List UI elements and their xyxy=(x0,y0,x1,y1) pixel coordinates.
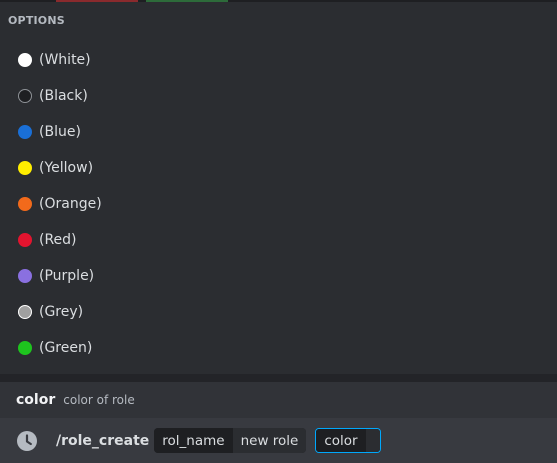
param-chip-color[interactable]: color xyxy=(315,428,381,453)
param-chip-key: rol_name xyxy=(154,428,233,453)
color-swatch-icon xyxy=(18,89,32,103)
param-chip-key: color xyxy=(316,429,366,452)
option-label: (Red) xyxy=(39,232,77,248)
option-label: (White) xyxy=(39,52,91,68)
option-item[interactable]: (Grey) xyxy=(0,294,557,330)
color-swatch-icon xyxy=(18,269,32,283)
param-chip-input[interactable] xyxy=(365,429,380,452)
option-label: (Yellow) xyxy=(39,160,94,176)
option-label: (Black) xyxy=(39,88,88,104)
color-swatch-icon xyxy=(18,161,32,175)
clock-icon xyxy=(16,430,38,452)
option-item[interactable]: (Yellow) xyxy=(0,150,557,186)
option-item[interactable]: (Blue) xyxy=(0,114,557,150)
option-label: (Blue) xyxy=(39,124,81,140)
option-label: (Orange) xyxy=(39,196,102,212)
color-swatch-icon xyxy=(18,125,32,139)
option-label: (Green) xyxy=(39,340,93,356)
option-list: (White) (Black) (Blue) (Yellow) (Orange) (Red… xyxy=(0,42,557,366)
color-swatch-icon xyxy=(18,197,32,211)
option-item[interactable]: (Purple) xyxy=(0,258,557,294)
color-swatch-icon xyxy=(18,341,32,355)
option-label: (Purple) xyxy=(39,268,95,284)
options-panel: OPTIONS (White) (Black) (Blue) (Yellow) (Ora… xyxy=(0,2,557,374)
parameter-name: color xyxy=(16,392,56,408)
command-input-bar[interactable]: /role_create rol_name new role color xyxy=(0,418,557,463)
color-swatch-icon xyxy=(18,233,32,247)
option-label: (Grey) xyxy=(39,304,84,320)
options-header: OPTIONS xyxy=(8,14,65,27)
parameter-description: color of role xyxy=(63,393,135,407)
option-item[interactable]: (Red) xyxy=(0,222,557,258)
color-swatch-icon xyxy=(18,305,32,319)
option-item[interactable]: (Green) xyxy=(0,330,557,366)
option-item[interactable]: (Orange) xyxy=(0,186,557,222)
option-item[interactable]: (White) xyxy=(0,42,557,78)
command-name: /role_create xyxy=(56,432,150,449)
panel-divider xyxy=(0,374,557,382)
param-chip-value: new role xyxy=(232,428,307,453)
color-swatch-icon xyxy=(18,53,32,67)
param-chip-rol-name[interactable]: rol_name new role xyxy=(154,428,307,453)
option-item[interactable]: (Black) xyxy=(0,78,557,114)
parameter-hint: color color of role xyxy=(0,382,557,418)
